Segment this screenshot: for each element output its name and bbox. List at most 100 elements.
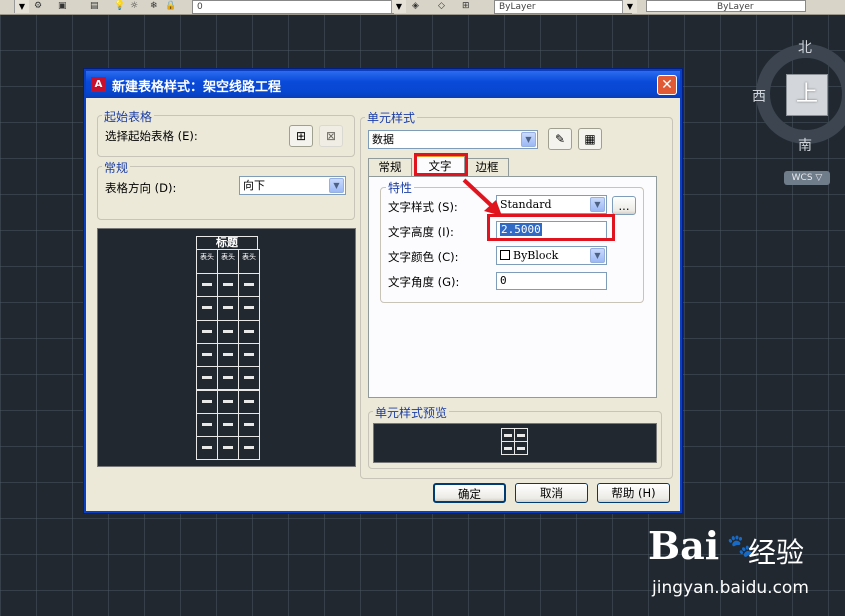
preview-cell-text [244, 306, 254, 310]
preview-cell-text [244, 283, 254, 286]
preview-cell-text [244, 446, 254, 450]
select-start-table-label: 选择起始表格 (E): [105, 129, 198, 143]
chevron-down-icon[interactable]: ▼ [590, 197, 605, 212]
new-cell-style-button[interactable]: ✎ [548, 128, 572, 150]
chevron-down-icon[interactable]: ▼ [391, 0, 406, 13]
lightbulb-icon[interactable]: 💡 [114, 0, 125, 13]
preview-data-cell [196, 319, 218, 344]
chevron-down-icon[interactable]: ▼ [622, 0, 637, 13]
preview-cell-text [223, 376, 233, 380]
sun-icon[interactable]: ☼ [130, 0, 138, 13]
preview-cell-text [223, 283, 233, 286]
text-style-value: Standard [500, 198, 552, 211]
table-select-icon: ⊞ [295, 129, 307, 143]
preview-header-cell: 表头 [196, 249, 218, 274]
text-style-label: 文字样式 (S): [388, 200, 458, 214]
preview-cell-text [504, 447, 512, 450]
preview-data-cell [196, 412, 218, 438]
manage-style-icon: ▦ [584, 132, 596, 146]
cell-style-value: 数据 [372, 133, 394, 146]
compass-north[interactable]: 北 [798, 37, 812, 57]
preview-data-cell [217, 389, 239, 414]
preview-cell [514, 428, 528, 442]
preview-cell-text [223, 306, 233, 310]
chevron-down-icon[interactable]: ▼ [521, 132, 536, 147]
help-button[interactable]: 帮助 (H) [597, 483, 670, 503]
preview-data-cell [238, 389, 260, 414]
general-group-title: 常规 [102, 159, 131, 176]
preview-data-cell [217, 436, 239, 461]
workspace-icon[interactable]: ▣ [58, 0, 67, 13]
chevron-down-icon[interactable]: ▼ [329, 178, 344, 193]
linetype-combo[interactable]: ByLayer [646, 0, 806, 12]
viewcube-top-face[interactable]: 上 [786, 74, 828, 116]
table-delete-icon: ⊠ [325, 129, 337, 143]
cell-style-select[interactable]: 数据 ▼ [368, 130, 538, 149]
cell-style-group-title: 单元样式 [365, 109, 418, 126]
preview-data-cell [238, 412, 260, 438]
dialog-titlebar[interactable]: A 新建表格样式：架空线路工程 ✕ [86, 71, 680, 98]
compass-west[interactable]: 西 [752, 86, 766, 106]
preview-data-cell [196, 296, 218, 321]
layer-state-icon[interactable]: ◇ [438, 0, 445, 13]
new-style-icon: ✎ [554, 132, 566, 146]
tab-general[interactable]: 常规 [368, 158, 412, 176]
preview-cell-text [244, 329, 254, 333]
cell-style-preview-title: 单元样式预览 [373, 404, 450, 421]
table-preview: 标题 表头 表头 表头 [97, 228, 356, 467]
preview-data-cell [196, 389, 218, 414]
properties-group-title: 特性 [386, 179, 415, 196]
preview-data-cell [238, 342, 260, 368]
select-table-button[interactable]: ⊞ [289, 125, 313, 147]
chevron-down-icon[interactable]: ▼ [590, 248, 605, 263]
preview-data-cell [238, 436, 260, 461]
preview-cell-text [517, 447, 525, 450]
preview-data-cell [238, 273, 260, 298]
preview-cell-text [223, 422, 233, 426]
watermark-suffix: 经验 [748, 536, 805, 569]
layer-iso-icon[interactable]: ⊞ [462, 0, 470, 13]
preview-table: 标题 表头 表头 表头 [196, 236, 260, 461]
delete-table-button[interactable]: ⊠ [319, 125, 343, 147]
text-tab-highlight [414, 153, 468, 176]
gear-icon[interactable]: ⚙ [34, 0, 42, 13]
preview-data-cell [238, 366, 260, 391]
text-color-select[interactable]: ByBlock ▼ [496, 246, 607, 265]
manage-cell-styles-button[interactable]: ▦ [578, 128, 602, 150]
autocad-app-icon: A [91, 77, 106, 92]
preview-cell-text [244, 352, 254, 356]
preview-data-cell [217, 412, 239, 438]
dialog-title: 新建表格样式：架空线路工程 [112, 80, 282, 95]
compass-south[interactable]: 南 [798, 135, 812, 155]
preview-cell-text [244, 422, 254, 426]
preview-data-cell [217, 319, 239, 344]
cancel-button[interactable]: 取消 [515, 483, 588, 503]
chevron-down-icon[interactable]: ▼ [14, 0, 29, 13]
wcs-menu[interactable]: WCS ▽ [784, 171, 830, 185]
preview-cell-text [202, 422, 212, 426]
preview-cell-text [202, 306, 212, 310]
text-angle-input[interactable]: 0 [496, 272, 607, 290]
preview-cell-text [223, 399, 233, 403]
layer-combo[interactable]: 0 [192, 0, 394, 14]
layer-previous-icon[interactable]: ◈ [412, 0, 419, 13]
ok-button[interactable]: 确定 [433, 483, 506, 503]
preview-data-cell [196, 366, 218, 391]
text-height-label: 文字高度 (I): [388, 225, 454, 239]
close-button[interactable]: ✕ [657, 75, 677, 95]
lock-icon[interactable]: 🔒 [165, 0, 176, 13]
preview-cell [514, 441, 528, 455]
preview-data-cell [238, 319, 260, 344]
text-angle-label: 文字角度 (G): [388, 275, 460, 289]
preview-data-cell [196, 273, 218, 298]
freeze-icon[interactable]: ❄ [150, 0, 158, 13]
preview-cell-text [244, 376, 254, 380]
table-direction-select[interactable]: 向下 ▼ [239, 176, 346, 195]
preview-data-cell [217, 296, 239, 321]
preview-cell-text [202, 446, 212, 450]
layer-manager-icon[interactable]: ▤ [90, 0, 99, 13]
color-combo[interactable]: ByLayer [494, 0, 632, 14]
text-style-select[interactable]: Standard ▼ [496, 195, 607, 214]
watermark-brand: Bai [648, 523, 720, 568]
text-style-browse-button[interactable]: ... [612, 196, 636, 215]
